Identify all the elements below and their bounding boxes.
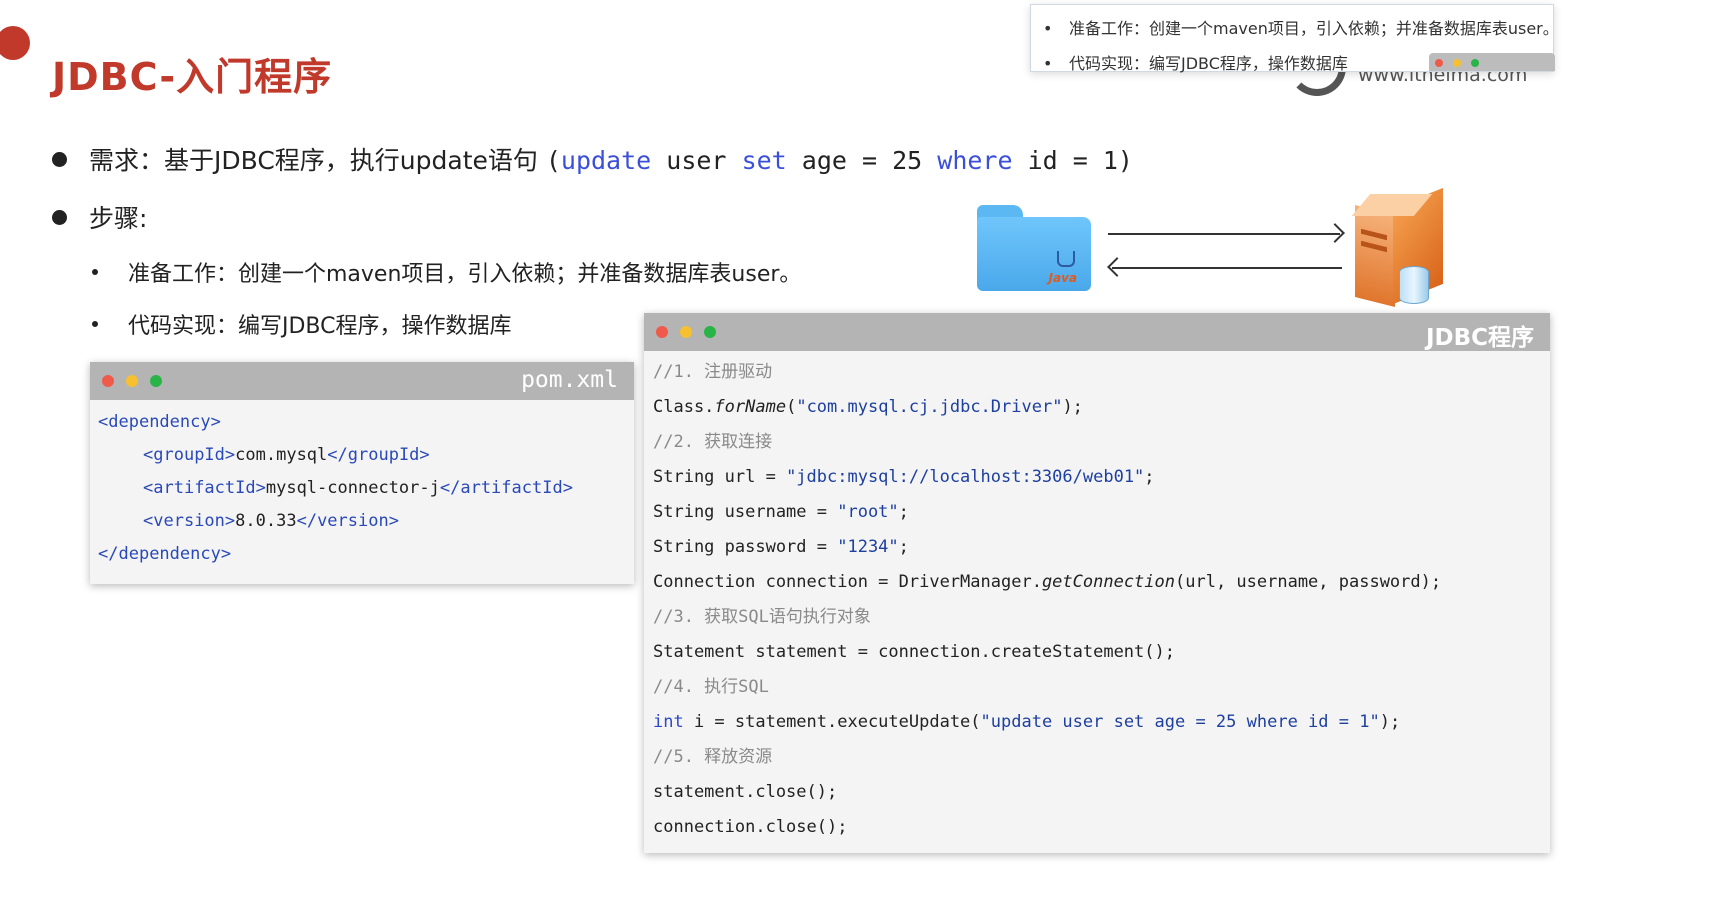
pom-window-titlebar: pom.xml	[90, 362, 634, 400]
xml-line: <groupId>com.mysql</groupId>	[143, 445, 430, 465]
steps-label: 步骤:	[89, 204, 148, 233]
mini-green-dot	[1471, 59, 1479, 67]
arrow-right-icon	[1108, 233, 1340, 235]
server-icon	[1351, 187, 1447, 307]
tooltip-item: • 代码实现：编写JDBC程序，操作数据库	[1043, 54, 1348, 73]
code-line: connection.close();	[653, 817, 848, 837]
code-comment: //3. 获取SQL语句执行对象	[653, 607, 871, 627]
page-title: JDBC-入门程序	[52, 55, 333, 99]
jdbc-window-titlebar: JDBC程序	[644, 313, 1550, 351]
code-line: Connection connection = DriverManager.ge…	[653, 572, 1442, 592]
requirement-bullet: 需求：基于JDBC程序，执行update语句 (update user set …	[52, 141, 1133, 177]
jdbc-program-window: JDBC程序 //1. 注册驱动 Class.forName("com.mysq…	[644, 313, 1550, 853]
step-item: 准备工作：创建一个maven项目，引入依赖；并准备数据库表user。	[92, 256, 801, 288]
sub-bullet-icon	[92, 321, 98, 327]
bullet-dot-icon	[52, 151, 67, 167]
xml-line: <version>8.0.33</version>	[143, 511, 399, 531]
code-line: String password = "1234";	[653, 537, 909, 557]
code-line: String url = "jdbc:mysql://localhost:330…	[653, 467, 1155, 487]
close-dot[interactable]	[656, 326, 668, 338]
step-item: 代码实现：编写JDBC程序，操作数据库	[92, 308, 512, 340]
pom-code: <dependency> <groupId>com.mysql</groupId…	[90, 400, 634, 571]
tooltip-item-text: 准备工作：创建一个maven项目，引入依赖；并准备数据库表user。	[1069, 19, 1559, 38]
requirement-text: 需求：基于JDBC程序，执行update语句	[89, 146, 538, 175]
database-icon	[1399, 266, 1429, 304]
tooltip-item-text: 代码实现：编写JDBC程序，操作数据库	[1069, 54, 1348, 73]
pom-window-title: pom.xml	[521, 367, 618, 393]
java-folder-icon: Java	[977, 205, 1091, 291]
jdbc-code: //1. 注册驱动 Class.forName("com.mysql.cj.jd…	[644, 351, 1550, 845]
steps-bullet: 步骤:	[52, 199, 147, 235]
step-item-text: 准备工作：创建一个maven项目，引入依赖；并准备数据库表user。	[128, 262, 802, 287]
outline-tooltip: • 准备工作：创建一个maven项目，引入依赖；并准备数据库表user。 • 代码实…	[1030, 4, 1559, 73]
mini-red-dot	[1435, 59, 1443, 67]
java-cup-icon	[1057, 251, 1075, 267]
minimize-dot[interactable]	[680, 326, 692, 338]
code-line: Class.forName("com.mysql.cj.jdbc.Driver"…	[653, 397, 1083, 417]
tooltip-item: • 准备工作：创建一个maven项目，引入依赖；并准备数据库表user。	[1043, 19, 1559, 38]
requirement-sql: (update user set age = 25 where id = 1)	[545, 146, 1133, 175]
pom-xml-window: pom.xml <dependency> <groupId>com.mysql<…	[90, 362, 634, 584]
maximize-dot[interactable]	[150, 375, 162, 387]
jdbc-window-title: JDBC程序	[1425, 325, 1534, 351]
code-comment: //2. 获取连接	[653, 432, 773, 452]
maximize-dot[interactable]	[704, 326, 716, 338]
step-item-text: 代码实现：编写JDBC程序，操作数据库	[128, 314, 512, 339]
decorative-red-dot	[0, 26, 30, 60]
mini-yellow-dot	[1453, 59, 1461, 67]
code-comment: //5. 释放资源	[653, 747, 773, 767]
code-comment: //4. 执行SQL	[653, 677, 769, 697]
code-line: statement.close();	[653, 782, 838, 802]
code-line: String username = "root";	[653, 502, 909, 522]
mini-window-bar	[1429, 53, 1555, 71]
arrow-left-icon	[1112, 267, 1342, 269]
code-line: Statement statement = connection.createS…	[653, 642, 1175, 662]
xml-line: <artifactId>mysql-connector-j</artifactI…	[143, 478, 573, 498]
bullet-dot-icon	[52, 209, 67, 225]
minimize-dot[interactable]	[126, 375, 138, 387]
code-comment: //1. 注册驱动	[653, 362, 773, 382]
sub-bullet-icon	[92, 269, 98, 275]
xml-line: <dependency>	[98, 412, 221, 432]
close-dot[interactable]	[102, 375, 114, 387]
java-label: Java	[1048, 271, 1077, 285]
xml-line: </dependency>	[98, 544, 232, 564]
code-line: int i = statement.executeUpdate("update …	[653, 712, 1401, 732]
